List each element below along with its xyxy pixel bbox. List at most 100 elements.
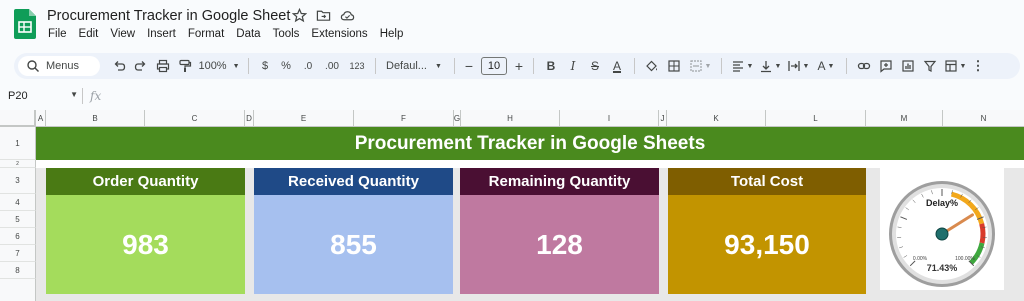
menu-edit[interactable]: Edit — [79, 28, 99, 40]
menu-view[interactable]: View — [110, 28, 135, 40]
column-header-j[interactable]: J — [659, 110, 667, 127]
order-quantity-card[interactable]: Order Quantity 983 — [46, 168, 245, 294]
increase-decimal-button[interactable]: .00 — [319, 56, 345, 76]
italic-button[interactable]: I — [562, 56, 584, 76]
text-rotation-button[interactable]: A ▼ — [812, 56, 840, 76]
zoom-select[interactable]: 100% ▼ — [196, 56, 242, 76]
menus-label: Menus — [46, 60, 80, 72]
row-header-4[interactable]: 4 — [0, 194, 36, 211]
name-box[interactable]: P20 ▼ — [8, 90, 78, 102]
cloud-saved-icon[interactable] — [340, 8, 355, 23]
column-header-i[interactable]: I — [560, 110, 659, 127]
gauge-hub — [935, 227, 949, 241]
text-color-button[interactable]: A — [606, 56, 628, 76]
cell-reference: P20 — [8, 90, 28, 102]
column-header-c[interactable]: C — [145, 110, 245, 127]
column-header-d[interactable]: D — [245, 110, 254, 127]
undo-button[interactable] — [108, 56, 130, 76]
menu-insert[interactable]: Insert — [147, 28, 176, 40]
borders-button[interactable] — [663, 56, 685, 76]
filter-button[interactable] — [919, 56, 941, 76]
fill-color-button[interactable] — [641, 56, 663, 76]
row-header-3[interactable]: 3 — [0, 168, 36, 194]
insert-chart-button[interactable] — [897, 56, 919, 76]
merge-icon — [689, 60, 702, 72]
redo-button[interactable] — [130, 56, 152, 76]
menu-file[interactable]: File — [48, 28, 67, 40]
column-header-l[interactable]: L — [766, 110, 866, 127]
paint-format-button[interactable] — [174, 56, 196, 76]
card-label: Order Quantity — [46, 168, 245, 195]
column-header-m[interactable]: M — [866, 110, 943, 127]
card-value: 983 — [46, 195, 245, 294]
font-family-select[interactable]: Defaul... ▼ — [382, 56, 448, 76]
percent-format-button[interactable]: % — [275, 56, 297, 76]
received-quantity-card[interactable]: Received Quantity 855 — [254, 168, 453, 294]
currency-format-button[interactable]: $ — [255, 56, 275, 76]
star-icon[interactable] — [292, 8, 307, 23]
delay-gauge-chart[interactable]: Delay% 0.00% 100.00% 71.43% — [880, 168, 1004, 290]
number-format-button[interactable]: 123 — [345, 56, 369, 76]
spreadsheet-grid[interactable]: A B C D E F G H I J K L M N 1 2 3 4 5 6 … — [0, 110, 1024, 301]
horizontal-align-button[interactable]: ▼ — [728, 56, 756, 76]
column-header-k[interactable]: K — [667, 110, 766, 127]
column-header-f[interactable]: F — [354, 110, 454, 127]
row-header-1[interactable]: 1 — [0, 127, 36, 160]
font-family-value: Defaul... — [386, 60, 427, 72]
total-cost-card[interactable]: Total Cost 93,150 — [668, 168, 866, 294]
gauge-value-label: 71.43% — [927, 263, 958, 273]
search-icon — [27, 60, 39, 72]
decrease-decimal-button[interactable]: .0 — [297, 56, 319, 76]
menus-search-button[interactable]: Menus — [18, 56, 100, 76]
strikethrough-button[interactable]: S — [584, 56, 606, 76]
row-header-8[interactable]: 8 — [0, 262, 36, 279]
chart-icon — [902, 60, 914, 72]
document-title[interactable]: Procurement Tracker in Google Sheet — [47, 8, 290, 24]
move-folder-icon[interactable] — [316, 8, 331, 23]
remaining-quantity-card[interactable]: Remaining Quantity 128 — [460, 168, 659, 294]
sheets-logo-icon[interactable] — [14, 9, 36, 39]
column-header-h[interactable]: H — [461, 110, 560, 127]
column-header-e[interactable]: E — [254, 110, 354, 127]
undo-icon — [114, 61, 126, 71]
menu-help[interactable]: Help — [380, 28, 404, 40]
link-icon — [857, 62, 871, 70]
bold-button[interactable]: B — [540, 56, 562, 76]
dashboard-title[interactable]: Procurement Tracker in Google Sheets — [36, 127, 1024, 160]
vertical-align-button[interactable]: ▼ — [756, 56, 784, 76]
column-header-n[interactable]: N — [943, 110, 1024, 127]
font-size-input[interactable]: 10 — [481, 57, 507, 75]
menu-format[interactable]: Format — [188, 28, 224, 40]
merge-cells-button[interactable]: ▼ — [685, 56, 715, 76]
select-all-corner[interactable] — [0, 110, 36, 127]
column-header-g[interactable]: G — [454, 110, 461, 127]
menu-extensions[interactable]: Extensions — [311, 28, 367, 40]
row-header-5[interactable]: 5 — [0, 211, 36, 228]
filter-views-button[interactable]: ▼ — [941, 56, 969, 76]
wrap-icon — [787, 61, 800, 71]
card-value: 128 — [460, 195, 659, 294]
row-header-7[interactable]: 7 — [0, 245, 36, 262]
print-button[interactable] — [152, 56, 174, 76]
row-header-9[interactable] — [0, 279, 36, 301]
table-view-icon — [944, 60, 957, 72]
title-bar: Procurement Tracker in Google Sheet File… — [0, 0, 1024, 52]
decrease-font-size-button[interactable]: − — [461, 56, 477, 76]
card-label: Remaining Quantity — [460, 168, 659, 195]
align-left-icon — [732, 61, 743, 72]
paint-format-icon — [179, 59, 192, 72]
more-options-button[interactable]: ⋮ — [969, 56, 987, 76]
menu-bar: File Edit View Insert Format Data Tools … — [48, 28, 415, 40]
gauge-svg: Delay% 0.00% 100.00% 71.43% — [889, 181, 995, 287]
column-header-a[interactable]: A — [36, 110, 46, 127]
insert-link-button[interactable] — [853, 56, 875, 76]
menu-tools[interactable]: Tools — [273, 28, 300, 40]
row-header-6[interactable]: 6 — [0, 228, 36, 245]
row-header-2[interactable]: 2 — [0, 160, 36, 168]
increase-font-size-button[interactable]: + — [511, 56, 527, 76]
column-header-b[interactable]: B — [46, 110, 145, 127]
insert-comment-button[interactable] — [875, 56, 897, 76]
filter-icon — [923, 60, 937, 72]
menu-data[interactable]: Data — [236, 28, 260, 40]
text-wrapping-button[interactable]: ▼ — [784, 56, 812, 76]
